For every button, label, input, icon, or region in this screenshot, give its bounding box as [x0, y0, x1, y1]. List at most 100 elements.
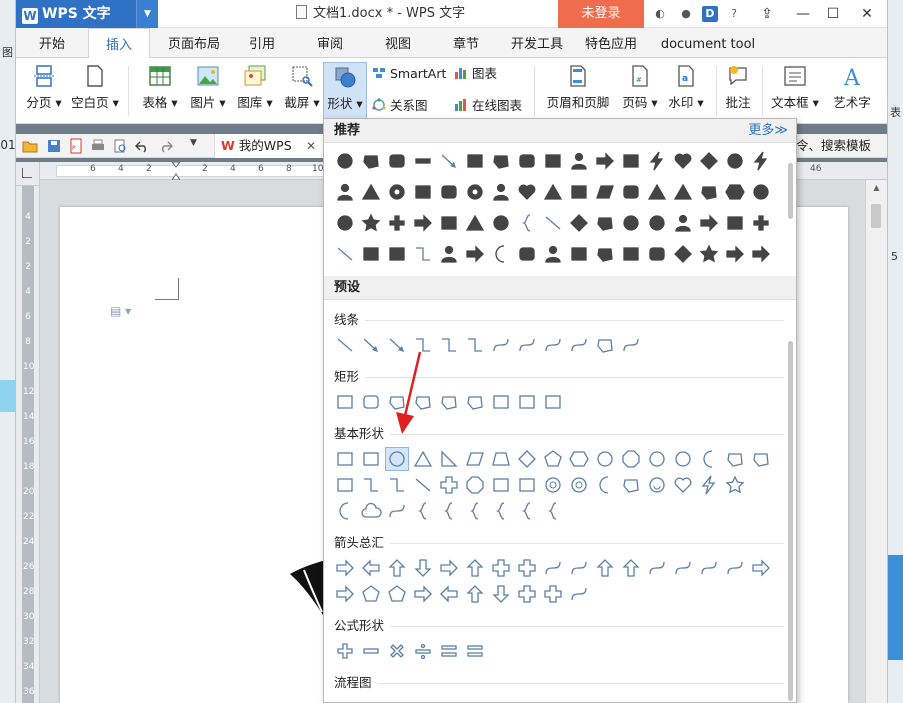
shape-line-icon[interactable] [542, 212, 564, 234]
shape-eq-icon[interactable] [464, 640, 486, 662]
shape-rrect-icon[interactable] [386, 150, 408, 172]
vertical-ruler[interactable]: 422468101214161820222426283032343638 [16, 186, 40, 703]
shape-blob-icon[interactable] [438, 391, 460, 413]
print-preview-icon[interactable] [112, 138, 128, 154]
shape-rect-icon[interactable] [490, 391, 512, 413]
shape-rect-icon[interactable] [490, 474, 512, 496]
print-icon[interactable] [90, 138, 106, 154]
shape-blob-icon[interactable] [594, 243, 616, 265]
shape-heart-icon[interactable] [672, 150, 694, 172]
shape-elbow-icon[interactable] [464, 334, 486, 356]
shape-blob-icon[interactable] [724, 448, 746, 470]
shape-arrowL-icon[interactable] [438, 583, 460, 605]
shape-pent-icon[interactable] [360, 583, 382, 605]
shape-rect-icon[interactable] [516, 474, 538, 496]
shape-brace-icon[interactable] [464, 500, 486, 522]
shape-eq-icon[interactable] [438, 640, 460, 662]
open-folder-icon[interactable] [22, 138, 38, 154]
shape-rect-icon[interactable] [542, 150, 564, 172]
tab-insert[interactable]: 插入 [88, 28, 150, 59]
shape-arrowline-icon[interactable] [360, 334, 382, 356]
online-chart-button[interactable]: 在线图表 [454, 96, 522, 116]
shape-arrowD-icon[interactable] [412, 557, 434, 579]
shape-blob-icon[interactable] [490, 150, 512, 172]
shape-person-icon[interactable] [490, 181, 512, 203]
shape-curve-icon[interactable] [568, 334, 590, 356]
shape-arrowU-icon[interactable] [464, 583, 486, 605]
shape-rrect-icon[interactable] [620, 181, 642, 203]
shape-brace-icon[interactable] [516, 212, 538, 234]
shape-minus-icon[interactable] [360, 640, 382, 662]
shape-moon-icon[interactable] [334, 500, 356, 522]
shape-tri-icon[interactable] [464, 212, 486, 234]
shape-hex-icon[interactable] [568, 448, 590, 470]
shape-blob-icon[interactable] [750, 448, 772, 470]
shape-curve-icon[interactable] [724, 557, 746, 579]
minimize-icon[interactable]: — [788, 0, 818, 28]
tab-page-layout[interactable]: 页面布局 [158, 28, 230, 58]
maximize-icon[interactable]: ☐ [818, 0, 848, 28]
paragraph-layout-icon[interactable]: ▤ ▾ [110, 304, 136, 318]
app-menu-dropdown-button[interactable]: ▼ [136, 0, 158, 28]
shape-arrowR-icon[interactable] [438, 557, 460, 579]
shape-rect-icon[interactable] [386, 243, 408, 265]
shape-tri-icon[interactable] [646, 181, 668, 203]
shape-arrowR-icon[interactable] [334, 557, 356, 579]
table-button[interactable]: 表格 ▾ [138, 62, 182, 120]
recommended-scroll-thumb[interactable] [788, 163, 793, 219]
shape-circle-icon[interactable] [646, 448, 668, 470]
smartart-button[interactable]: SmartArt [372, 64, 446, 84]
shape-moon-icon[interactable] [698, 448, 720, 470]
screenshot-button[interactable]: 截屏 ▾ [280, 62, 324, 120]
close-window-icon[interactable]: ✕ [852, 0, 882, 28]
undo-icon[interactable] [134, 138, 150, 154]
shape-tri-icon[interactable] [412, 448, 434, 470]
shape-arrowR-icon[interactable] [750, 557, 772, 579]
tab-review[interactable]: 审阅 [306, 28, 354, 58]
shape-arrowU-icon[interactable] [620, 557, 642, 579]
watermark-button[interactable]: a 水印 ▾ [664, 62, 708, 120]
shape-diamond-icon[interactable] [516, 448, 538, 470]
skin-icon[interactable]: ◐ [652, 6, 668, 22]
shape-rect-icon[interactable] [412, 181, 434, 203]
shape-rect-icon[interactable] [516, 391, 538, 413]
shape-curve-icon[interactable] [646, 557, 668, 579]
tab-document-tool[interactable]: document tool [658, 28, 758, 58]
app-logo-button[interactable]: W WPS 文字 [16, 0, 136, 28]
shape-oct-icon[interactable] [620, 448, 642, 470]
shape-plus-icon[interactable] [750, 212, 772, 234]
shape-diamond-icon[interactable] [698, 150, 720, 172]
shape-rrect-icon[interactable] [646, 243, 668, 265]
shape-ring-icon[interactable] [386, 181, 408, 203]
shape-arrowU-icon[interactable] [594, 557, 616, 579]
shape-circle-icon[interactable] [750, 181, 772, 203]
shape-rrect-icon[interactable] [516, 150, 538, 172]
save-icon[interactable] [46, 138, 62, 154]
shape-circle-icon[interactable] [646, 212, 668, 234]
header-footer-button[interactable]: 页眉和页脚 [542, 62, 614, 120]
shape-circle-icon[interactable] [385, 447, 409, 471]
shape-minus-icon[interactable] [412, 150, 434, 172]
shape-circle-icon[interactable] [334, 150, 356, 172]
inserted-shape-fragment[interactable] [290, 560, 326, 620]
shape-circle-icon[interactable] [334, 212, 356, 234]
shape-curve-icon[interactable] [672, 557, 694, 579]
settings-icon[interactable]: ● [678, 6, 694, 22]
shape-rect-icon[interactable] [360, 448, 382, 470]
textbox-button[interactable]: 文本框 ▾ [768, 62, 822, 120]
shape-rect-icon[interactable] [620, 243, 642, 265]
tab-home[interactable]: 开始 [26, 28, 78, 58]
shape-arrowR-icon[interactable] [464, 243, 486, 265]
shape-curve-icon[interactable] [386, 500, 408, 522]
shape-circle-icon[interactable] [594, 448, 616, 470]
shape-person-icon[interactable] [438, 243, 460, 265]
shape-oct-icon[interactable] [464, 474, 486, 496]
vertical-scrollbar[interactable]: ▲ [865, 180, 887, 703]
shape-ring-icon[interactable] [542, 474, 564, 496]
shape-line-icon[interactable] [412, 474, 434, 496]
shape-person-icon[interactable] [672, 212, 694, 234]
shape-rect-icon[interactable] [334, 448, 356, 470]
shape-bolt-icon[interactable] [646, 150, 668, 172]
shape-bolt-icon[interactable] [698, 474, 720, 496]
relation-chart-button[interactable]: 关系图 [372, 96, 428, 116]
